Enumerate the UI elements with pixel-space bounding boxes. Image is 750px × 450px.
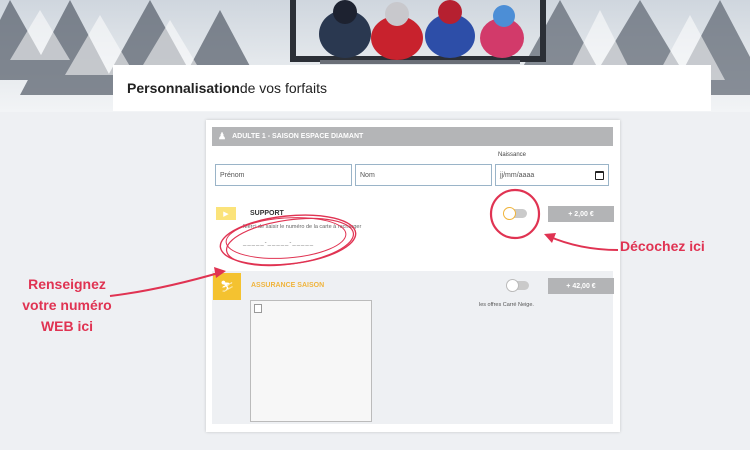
product-header-label: ADULTE 1 - SAISON ESPACE DIAMANT <box>232 133 364 140</box>
product-header-bar: ♟ ADULTE 1 - SAISON ESPACE DIAMANT <box>212 127 613 146</box>
date-placeholder: jj/mm/aaaa <box>500 171 535 179</box>
skier-shield-icon: ⛷ <box>213 273 241 300</box>
birthdate-field[interactable]: jj/mm/aaaa <box>495 164 609 186</box>
page-root: Personnalisation de vos forfaits ♟ ADULT… <box>0 0 750 450</box>
prenom-placeholder: Prénom <box>220 171 245 179</box>
prenom-field[interactable]: Prénom <box>215 164 352 186</box>
broken-image-icon <box>254 304 262 313</box>
annotation-right: Décochez ici <box>620 238 705 254</box>
naissance-label: Naissance <box>498 152 527 158</box>
broken-image-placeholder <box>250 300 372 422</box>
annotation-left-line1: Renseignez <box>28 276 106 292</box>
annotation-left-line2: votre numéro <box>22 297 112 313</box>
person-icon: ♟ <box>218 131 227 141</box>
insurance-price: + 42,00 € <box>548 278 614 294</box>
annotation-left-line3: WEB ici <box>40 318 94 334</box>
nom-field[interactable]: Nom <box>355 164 492 186</box>
calendar-icon[interactable] <box>595 170 604 180</box>
insurance-offers-text: les offres Carré Neige. <box>479 302 534 308</box>
support-price: + 2,00 € <box>548 206 614 222</box>
card-number-input[interactable]: _____-_____-_____ <box>243 240 314 246</box>
support-toggle-knob <box>503 207 516 220</box>
support-title: SUPPORT <box>250 210 284 217</box>
insurance-toggle[interactable] <box>506 279 529 292</box>
insurance-title: ASSURANCE SAISON <box>251 282 325 289</box>
annotation-left: Renseignez votre numéro WEB ici <box>8 274 126 337</box>
support-toggle[interactable] <box>503 207 527 220</box>
ticket-icon: ▶ <box>216 207 236 220</box>
page-title: Personnalisation de vos forfaits <box>113 65 711 111</box>
page-title-rest: de vos forfaits <box>239 80 327 96</box>
support-help-text: Merci de saisir le numéro de la carte à … <box>243 224 362 230</box>
page-title-bold: Personnalisation <box>127 80 240 96</box>
nom-placeholder: Nom <box>360 171 375 179</box>
insurance-toggle-knob <box>506 279 519 292</box>
